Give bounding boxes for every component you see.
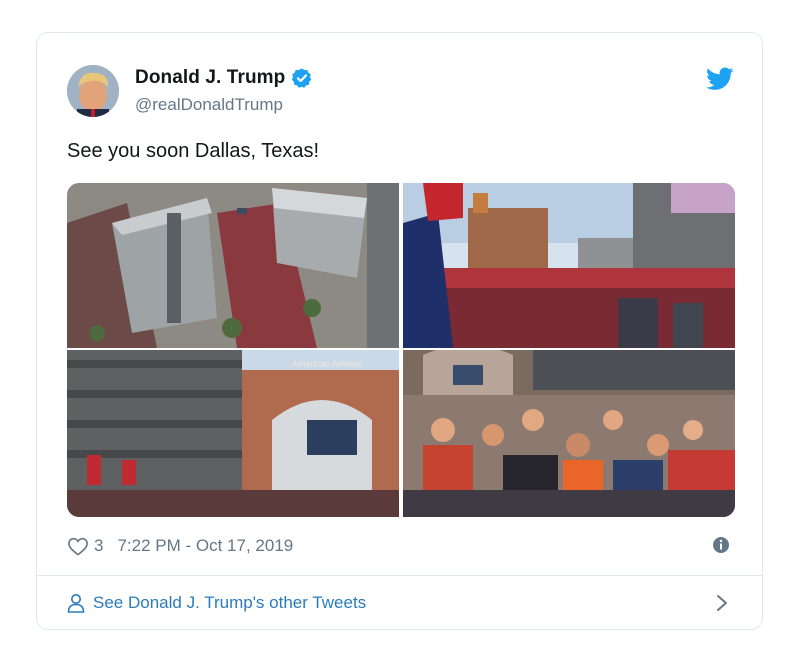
tweet-meta: 3 7:22 PM - Oct 17, 2019 bbox=[67, 536, 293, 556]
tweet-photo-street-crowd[interactable] bbox=[403, 183, 735, 348]
embedded-tweet-card: Donald J. Trump @realDonaldTrump See you… bbox=[36, 32, 763, 630]
tweet-photo-arena[interactable]: American Airlines bbox=[67, 350, 399, 517]
tweet-photo-aerial-crowd[interactable] bbox=[67, 183, 399, 348]
chevron-right-icon[interactable] bbox=[715, 593, 729, 613]
tweet-timestamp[interactable]: 7:22 PM - Oct 17, 2019 bbox=[117, 536, 293, 556]
like-count[interactable]: 3 bbox=[94, 536, 103, 556]
verified-badge-icon bbox=[292, 68, 312, 88]
author-handle[interactable]: @realDonaldTrump bbox=[135, 95, 283, 115]
avatar-image bbox=[67, 65, 119, 117]
other-tweets-label[interactable]: See Donald J. Trump's other Tweets bbox=[93, 593, 366, 613]
person-icon bbox=[67, 594, 85, 613]
tweet-photo-supporters[interactable] bbox=[403, 350, 735, 517]
avatar[interactable] bbox=[67, 65, 119, 117]
other-tweets-link[interactable]: See Donald J. Trump's other Tweets bbox=[67, 593, 366, 613]
tweet-text: See you soon Dallas, Texas! bbox=[67, 140, 320, 162]
arena-sign: American Airlines bbox=[292, 359, 362, 369]
info-icon[interactable] bbox=[712, 536, 730, 554]
heart-icon[interactable] bbox=[67, 536, 89, 556]
twitter-bird-icon[interactable] bbox=[706, 67, 734, 91]
card-divider bbox=[37, 575, 762, 576]
author-name-row[interactable]: Donald J. Trump bbox=[135, 67, 313, 89]
tweet-media-grid[interactable]: American Airlines bbox=[67, 183, 735, 517]
author-name[interactable]: Donald J. Trump bbox=[135, 67, 285, 89]
